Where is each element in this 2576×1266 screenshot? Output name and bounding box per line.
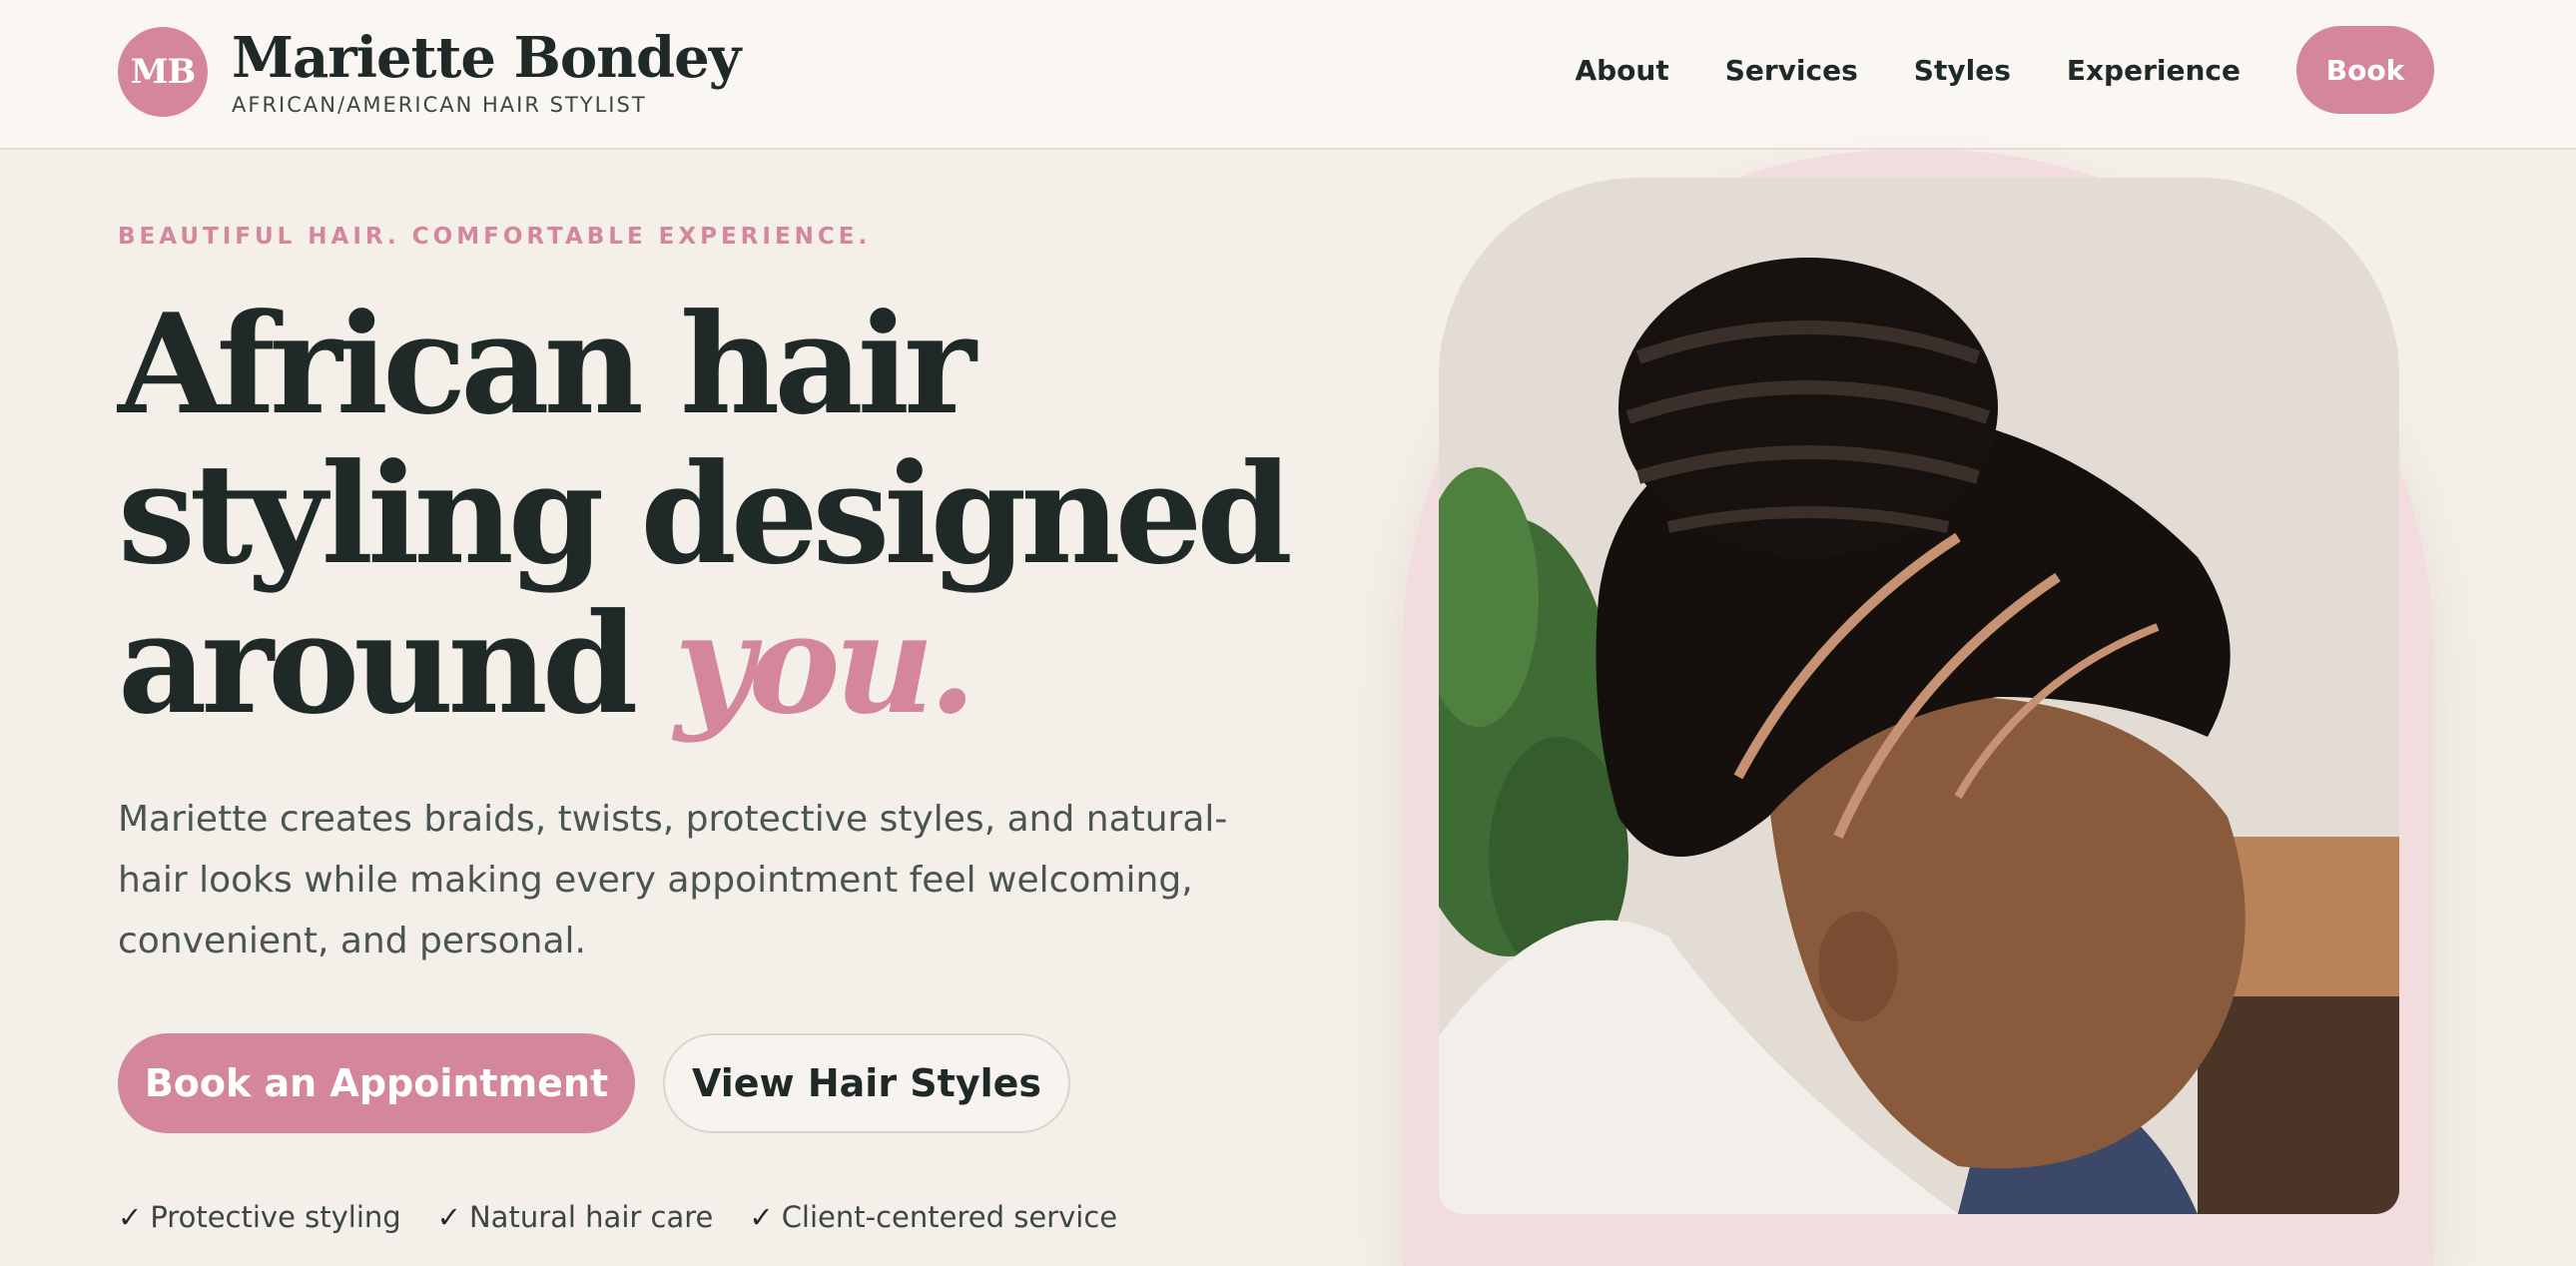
check-icon: ✓ — [118, 1200, 143, 1234]
site-header: MB Mariette Bondey AFRICAN/AMERICAN HAIR… — [0, 0, 2576, 150]
feature-item: ✓ Protective styling — [118, 1200, 401, 1234]
feature-item: ✓ Natural hair care — [437, 1200, 714, 1234]
headline-line-3: around — [118, 582, 638, 745]
view-hair-styles-button[interactable]: View Hair Styles — [663, 1033, 1070, 1133]
check-icon: ✓ — [436, 1200, 461, 1234]
check-icon: ✓ — [749, 1200, 774, 1234]
nav-link-about[interactable]: About — [1575, 54, 1668, 87]
hero-cta-row: Book an Appointment View Hair Styles — [118, 1033, 1070, 1133]
hero-eyebrow: BEAUTIFUL HAIR. COMFORTABLE EXPERIENCE. — [118, 224, 872, 250]
headline-accent: you. — [674, 582, 976, 745]
headline-line-2: styling designed — [118, 432, 1293, 595]
feature-item: ✓ Client-centered service — [749, 1200, 1117, 1234]
nav-book-button[interactable]: Book — [2296, 26, 2434, 114]
hero-description: Mariette creates braids, twists, protect… — [118, 799, 1228, 961]
brand-tagline: AFRICAN/AMERICAN HAIR STYLIST — [232, 93, 647, 117]
feature-label: Protective styling — [150, 1200, 401, 1234]
brand-logo[interactable]: MB Mariette Bondey AFRICAN/AMERICAN HAIR… — [118, 22, 741, 122]
book-appointment-button[interactable]: Book an Appointment — [118, 1033, 635, 1133]
headline-line-1: African hair — [118, 283, 976, 445]
nav-link-experience[interactable]: Experience — [2067, 54, 2241, 87]
hero-headline: African hair styling designed around you… — [118, 290, 1316, 739]
hero-photo-illustration — [1439, 178, 2399, 1214]
brand-text: Mariette Bondey AFRICAN/AMERICAN HAIR ST… — [232, 25, 741, 117]
feature-label: Client-centered service — [781, 1200, 1118, 1234]
logo-monogram: MB — [118, 27, 208, 117]
brand-name: Mariette Bondey — [232, 25, 741, 91]
hero-photo-braided-updo — [1439, 178, 2399, 1214]
main-nav: About Services Styles Experience Book — [1575, 26, 2434, 114]
feature-list: ✓ Protective styling ✓ Natural hair care ✓… — [118, 1200, 1153, 1234]
nav-link-services[interactable]: Services — [1725, 54, 1858, 87]
feature-label: Natural hair care — [468, 1200, 714, 1234]
nav-link-styles[interactable]: Styles — [1914, 54, 2011, 87]
